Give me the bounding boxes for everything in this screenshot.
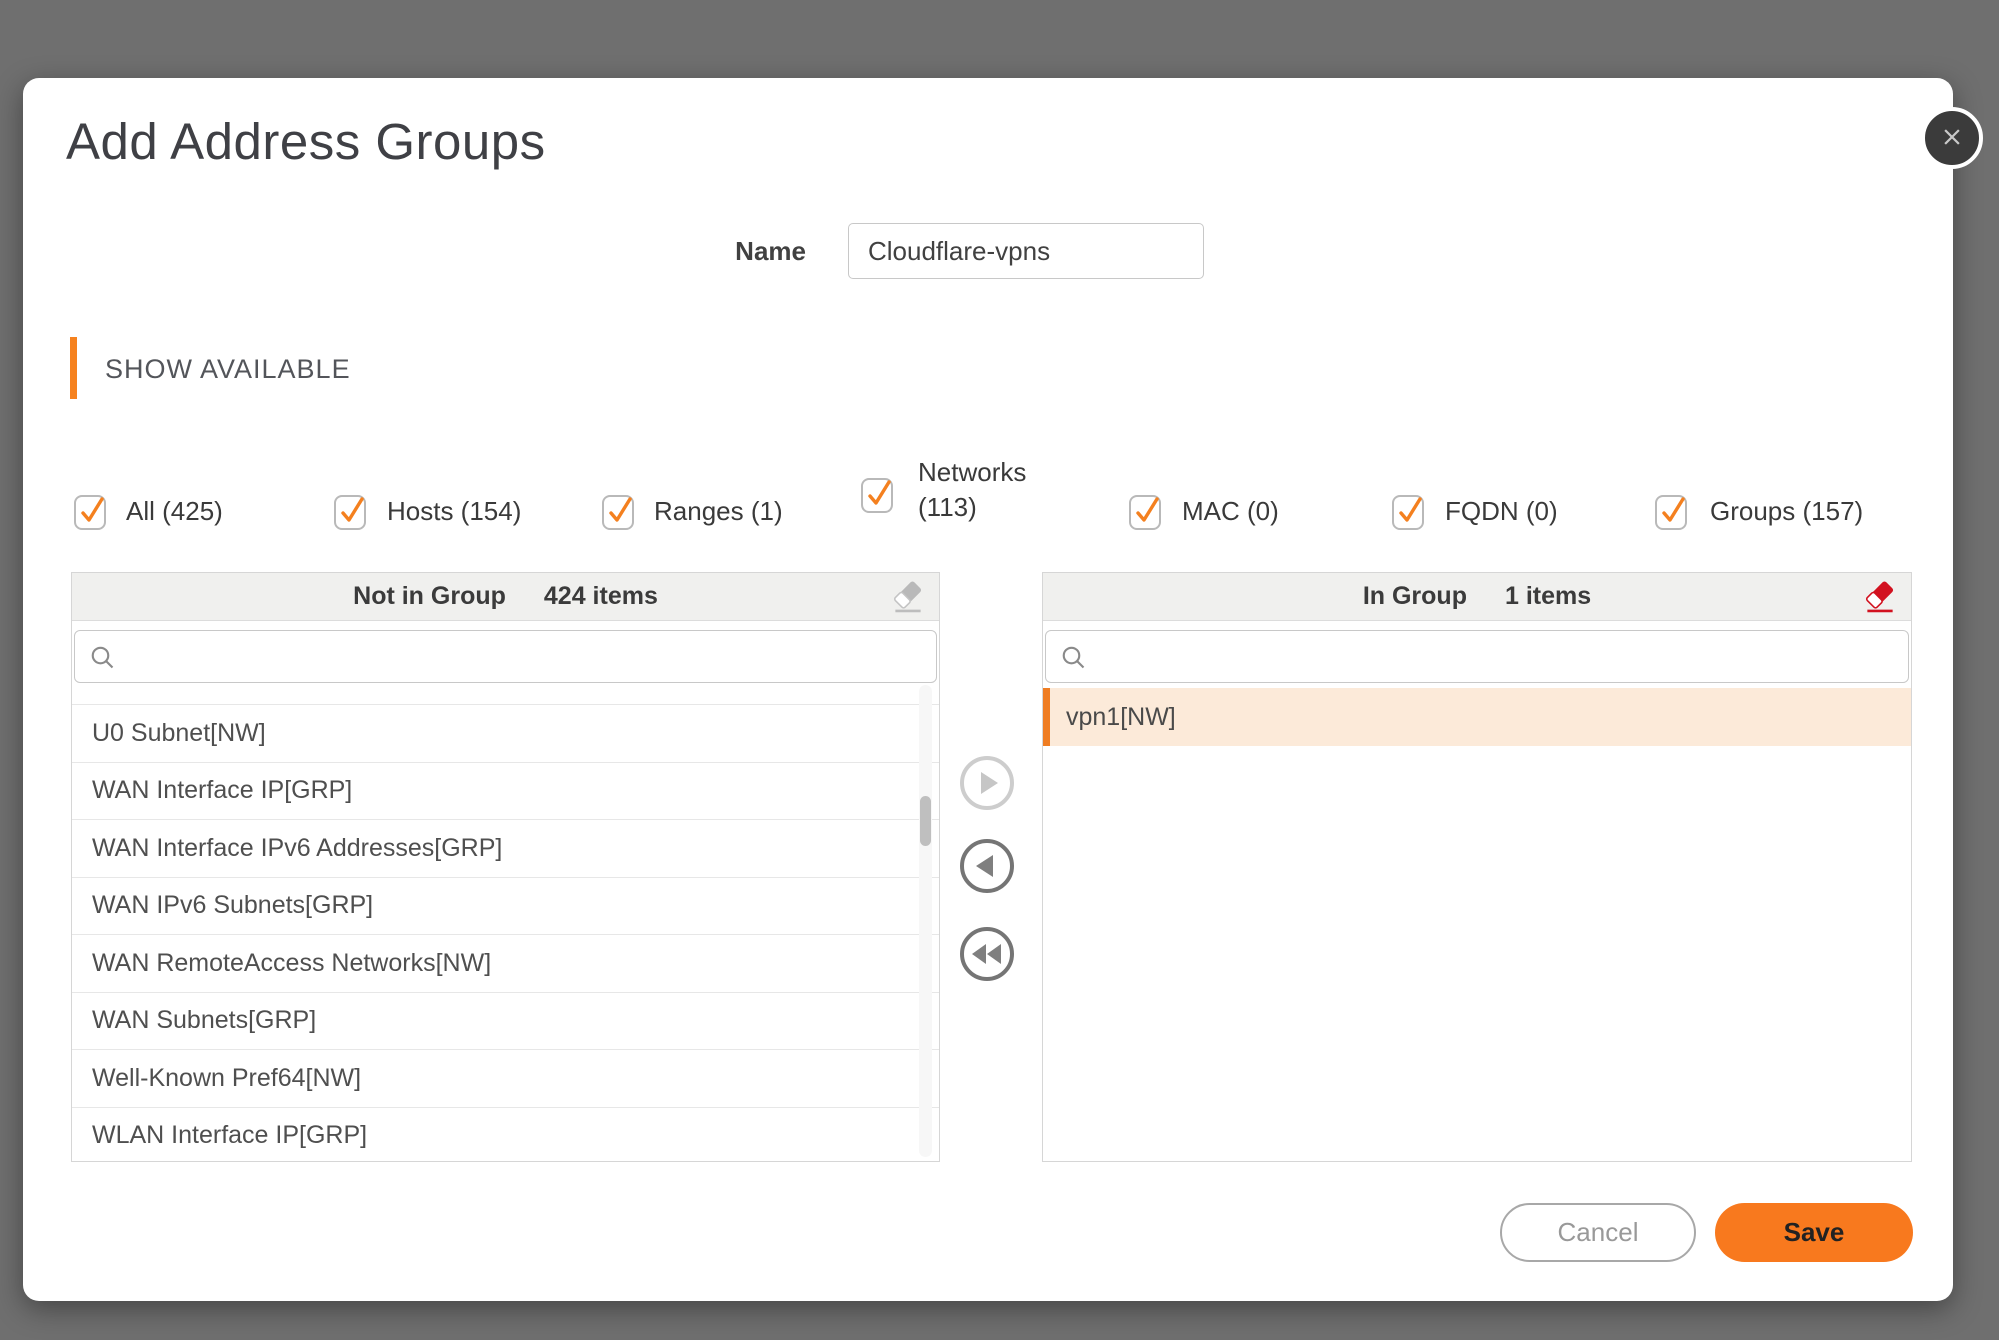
add-address-groups-dialog: Add Address Groups Name SHOW AVAILABLE A… <box>23 78 1953 1301</box>
list-item[interactable]: WLAN Interface IP[GRP] <box>72 1108 939 1162</box>
checkmark-icon <box>77 492 108 528</box>
checkmark-icon <box>1395 492 1426 528</box>
checkmark-icon <box>1132 492 1163 528</box>
name-label: Name <box>663 236 806 267</box>
not-in-group-list: U0 Subnet[NW] WAN Interface IP[GRP] WAN … <box>72 683 939 1161</box>
move-to-group-button[interactable] <box>960 756 1014 810</box>
checkmark-icon <box>864 475 895 511</box>
name-input[interactable] <box>848 223 1204 279</box>
list-item[interactable]: U0 Subnet[NW] <box>72 705 939 763</box>
filter-networks-line2: (113) <box>918 492 977 522</box>
list-item[interactable]: WAN RemoteAccess Networks[NW] <box>72 935 939 993</box>
in-group-selected-item[interactable]: vpn1[NW] <box>1043 688 1911 746</box>
close-button[interactable] <box>1921 107 1983 169</box>
not-in-group-title: Not in Group <box>353 582 506 611</box>
arrow-left-icon <box>964 843 1010 889</box>
dialog-title: Add Address Groups <box>66 112 546 171</box>
section-accent-bar <box>70 337 77 399</box>
not-in-group-count: 424 items <box>544 582 658 611</box>
filter-ranges-label: Ranges (1) <box>654 496 783 527</box>
list-item[interactable]: WAN Subnets[GRP] <box>72 993 939 1051</box>
move-out-of-group-button[interactable] <box>960 839 1014 893</box>
scrollbar-thumb[interactable] <box>920 796 931 846</box>
in-group-panel: In Group 1 items vpn1[NW] <box>1042 572 1912 1162</box>
move-all-out-of-group-button[interactable] <box>960 927 1014 981</box>
filter-groups-label: Groups (157) <box>1710 496 1863 527</box>
eraser-red-icon <box>1861 577 1899 617</box>
filter-hosts-label: Hosts (154) <box>387 496 521 527</box>
list-item-partial <box>72 683 939 705</box>
not-in-group-search-input[interactable] <box>123 631 928 682</box>
eraser-icon <box>889 577 927 617</box>
list-item[interactable]: WAN Interface IPv6 Addresses[GRP] <box>72 820 939 878</box>
groups-checkbox[interactable] <box>1655 495 1687 530</box>
filter-networks-line1: Networks <box>918 457 1026 487</box>
filter-all-label: All (425) <box>126 496 223 527</box>
ranges-checkbox[interactable] <box>602 495 634 530</box>
checkmark-icon <box>1658 492 1689 528</box>
filter-networks-label: Networks (113) <box>918 455 1026 525</box>
show-available-heading: SHOW AVAILABLE <box>105 354 351 385</box>
save-button[interactable]: Save <box>1715 1203 1913 1262</box>
filter-fqdn-label: FQDN (0) <box>1445 496 1558 527</box>
not-in-group-searchbox <box>74 630 937 683</box>
networks-checkbox[interactable] <box>861 478 893 513</box>
mac-checkbox[interactable] <box>1129 495 1161 530</box>
clear-in-group-button[interactable] <box>1859 577 1901 619</box>
all-checkbox[interactable] <box>74 495 106 530</box>
search-icon <box>88 643 118 673</box>
in-group-header: In Group 1 items <box>1043 573 1911 621</box>
fqdn-checkbox[interactable] <box>1392 495 1424 530</box>
list-item[interactable]: WAN IPv6 Subnets[GRP] <box>72 878 939 936</box>
in-group-count: 1 items <box>1505 582 1591 611</box>
double-arrow-left-icon <box>964 931 1010 977</box>
search-icon <box>1059 643 1089 673</box>
arrow-right-icon <box>964 760 1010 806</box>
checkmark-icon <box>605 492 636 528</box>
list-item[interactable]: WAN Interface IP[GRP] <box>72 763 939 821</box>
in-group-title: In Group <box>1363 582 1467 611</box>
close-icon <box>1937 122 1967 155</box>
cancel-button[interactable]: Cancel <box>1500 1203 1696 1262</box>
not-in-group-header: Not in Group 424 items <box>72 573 939 621</box>
list-item[interactable]: Well-Known Pref64[NW] <box>72 1050 939 1108</box>
hosts-checkbox[interactable] <box>334 495 366 530</box>
clear-not-in-group-button[interactable] <box>887 577 929 619</box>
not-in-group-panel: Not in Group 424 items U0 Subnet[NW] WAN… <box>71 572 940 1162</box>
in-group-searchbox <box>1045 630 1909 683</box>
filter-mac-label: MAC (0) <box>1182 496 1279 527</box>
checkmark-icon <box>337 492 368 528</box>
scrollbar-track[interactable] <box>919 685 932 1157</box>
in-group-search-input[interactable] <box>1094 631 1900 682</box>
